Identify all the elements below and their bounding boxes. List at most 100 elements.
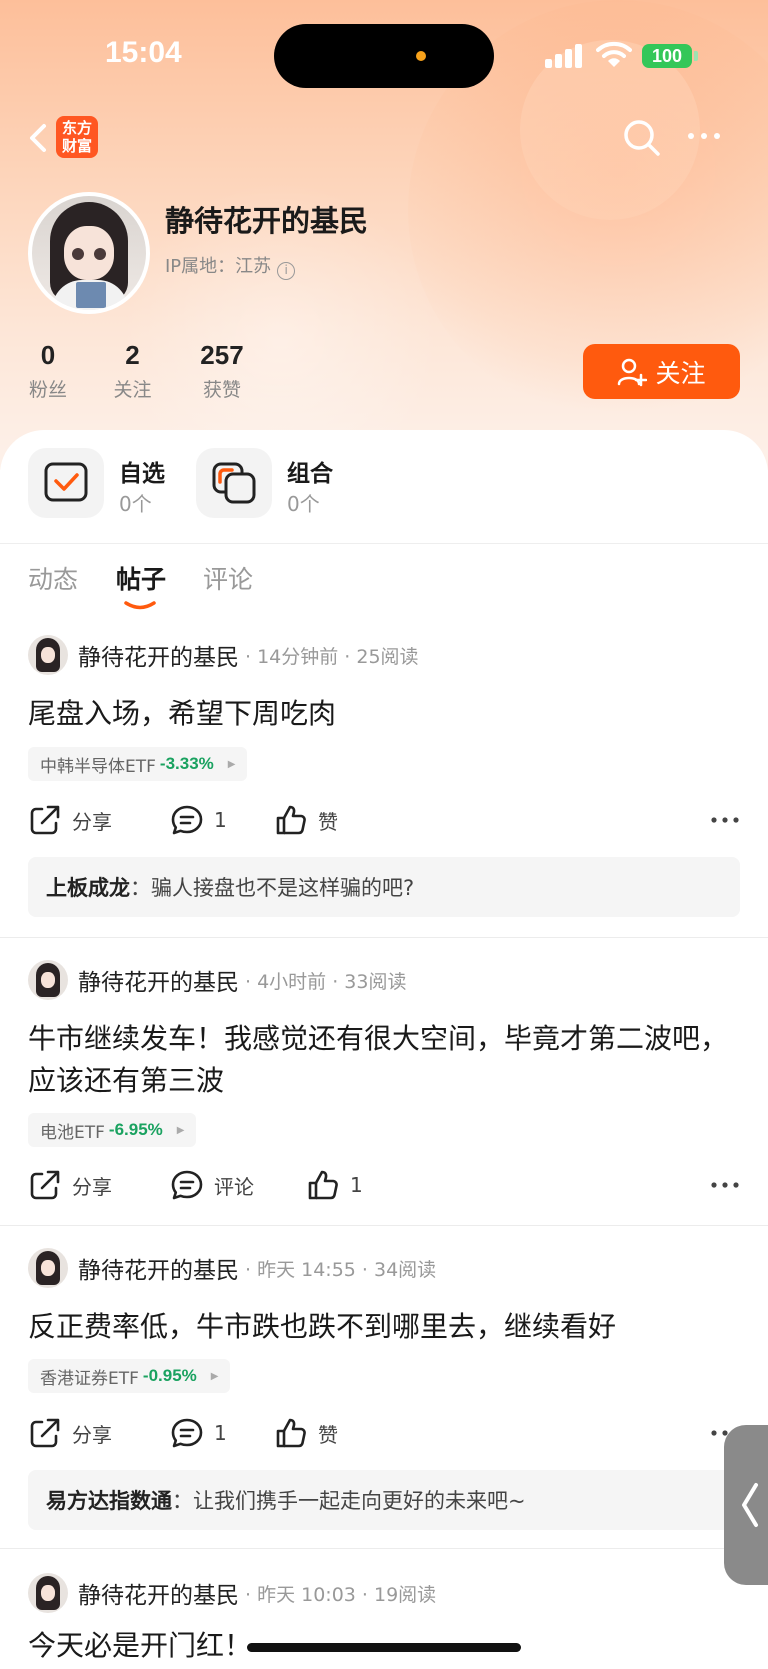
dynamic-island <box>274 24 494 88</box>
author-avatar[interactable] <box>28 1573 68 1613</box>
home-indicator[interactable] <box>247 1643 521 1652</box>
more-icon[interactable] <box>686 126 722 146</box>
comment-button[interactable]: 1 <box>170 1413 227 1453</box>
avatar-image <box>32 196 146 310</box>
more-options-icon[interactable] <box>710 1175 740 1195</box>
divider <box>0 1548 768 1549</box>
post-author[interactable]: 静待花开的基民 <box>78 638 239 672</box>
post-item[interactable]: 静待花开的基民 · 14分钟前 · 25阅读 尾盘入场，希望下周吃肉 中韩半导体… <box>0 635 768 935</box>
tab-activity[interactable]: 动态 <box>28 560 78 596</box>
like-button[interactable]: 赞 <box>274 800 338 840</box>
reply-user[interactable]: 易方达指数通 <box>46 1485 172 1515</box>
comment-button[interactable]: 评论 <box>170 1165 254 1205</box>
post-meta: · 4小时前 · 33阅读 <box>245 970 407 993</box>
post-text[interactable]: 尾盘入场，希望下周吃肉 <box>28 693 728 735</box>
post-item[interactable]: 静待花开的基民 · 昨天 10:03 · 19阅读 今天必是开门红！ <box>0 1573 768 1669</box>
follow-button[interactable]: 关注 <box>583 344 740 399</box>
like-button[interactable]: 赞 <box>274 1413 338 1453</box>
chevron-right-icon: ▶ <box>176 1124 185 1136</box>
comment-count: 1 <box>214 1421 227 1445</box>
profile-name: 静待花开的基民 <box>165 204 369 238</box>
info-icon[interactable]: i <box>277 262 296 280</box>
watchlist-icon <box>44 462 88 502</box>
battery-indicator: 100 <box>642 44 692 68</box>
like-label: 赞 <box>318 809 338 834</box>
share-icon <box>30 1418 60 1448</box>
wifi-icon <box>596 41 632 67</box>
featured-reply[interactable]: 上板成龙 ：骗人接盘也不是这样骗的吧? <box>28 857 740 917</box>
stock-chip[interactable]: 电池ETF -6.95% ▶ <box>28 1113 197 1147</box>
watchlist-count: 0个 <box>119 492 152 516</box>
stock-name: 电池ETF <box>40 1122 105 1143</box>
comment-button[interactable]: 1 <box>170 800 227 840</box>
avatar[interactable] <box>28 192 150 314</box>
side-drawer-handle[interactable] <box>724 1425 768 1585</box>
ip-location: IP属地：江苏 i <box>165 252 296 280</box>
author-avatar[interactable] <box>28 1248 68 1288</box>
chevron-left-icon <box>742 1483 758 1527</box>
share-icon <box>30 1170 60 1200</box>
post-actions: 分享 1 赞 <box>28 800 740 840</box>
author-avatar[interactable] <box>28 635 68 675</box>
active-tab-indicator <box>124 601 156 610</box>
like-button[interactable]: 1 <box>306 1165 363 1205</box>
quick-links: 自选 0个 组合 0个 <box>0 448 768 540</box>
like-count: 1 <box>350 1173 363 1197</box>
stock-change: -3.33% <box>159 754 214 773</box>
tab-posts[interactable]: 帖子 <box>116 560 166 596</box>
add-user-icon <box>618 358 648 386</box>
logo-line1: 东方 <box>61 119 92 137</box>
thumbs-up-icon <box>276 1418 306 1448</box>
stat-following[interactable]: 2 关注 <box>110 340 155 402</box>
comment-count: 1 <box>214 808 227 832</box>
stock-name: 中韩半导体ETF <box>40 756 156 777</box>
post-header: 静待花开的基民 · 昨天 14:55 · 34阅读 <box>28 1248 436 1288</box>
share-button[interactable]: 分享 <box>28 800 112 840</box>
post-text[interactable]: 牛市继续发车！我感觉还有很大空间，毕竟才第二波吧，应该还有第三波 <box>28 1018 728 1102</box>
profile-tabs: 动态 帖子 评论 <box>0 560 768 620</box>
back-icon[interactable] <box>24 118 54 158</box>
camera-indicator <box>416 51 426 61</box>
post-text[interactable]: 反正费率低，牛市跌也跌不到哪里去，继续看好 <box>28 1306 728 1348</box>
stock-chip[interactable]: 中韩半导体ETF -3.33% ▶ <box>28 747 248 781</box>
app-logo[interactable]: 东方 财富 <box>56 116 98 158</box>
stat-label: 获赞 <box>202 379 241 401</box>
author-avatar[interactable] <box>28 960 68 1000</box>
post-author[interactable]: 静待花开的基民 <box>78 1251 239 1285</box>
reply-user[interactable]: 上板成龙 <box>46 872 130 902</box>
stat-value: 0 <box>40 340 56 370</box>
search-icon[interactable] <box>622 118 662 158</box>
comment-icon <box>171 805 203 835</box>
portfolio-title[interactable]: 组合 <box>287 454 333 488</box>
post-header: 静待花开的基民 · 14分钟前 · 25阅读 <box>28 635 419 675</box>
comment-icon <box>171 1170 203 1200</box>
comment-icon <box>171 1418 203 1448</box>
thumbs-up-icon <box>308 1170 338 1200</box>
featured-reply[interactable]: 易方达指数通 ：让我们携手一起走向更好的未来吧~ <box>28 1470 740 1530</box>
tab-comments[interactable]: 评论 <box>203 560 253 596</box>
share-button[interactable]: 分享 <box>28 1413 112 1453</box>
stock-change: -6.95% <box>108 1120 163 1139</box>
post-meta: · 14分钟前 · 25阅读 <box>245 645 419 668</box>
divider <box>0 1225 768 1226</box>
comment-label: 评论 <box>214 1174 254 1199</box>
post-item[interactable]: 静待花开的基民 · 昨天 14:55 · 34阅读 反正费率低，牛市跌也跌不到哪… <box>0 1248 768 1530</box>
stat-likes[interactable]: 257 获赞 <box>192 340 252 402</box>
thumbs-up-icon <box>276 805 306 835</box>
portfolio-tile[interactable] <box>196 448 272 518</box>
share-label: 分享 <box>72 1422 112 1447</box>
reply-text: ：让我们携手一起走向更好的未来吧~ <box>172 1489 526 1513</box>
more-options-icon[interactable] <box>710 810 740 830</box>
share-button[interactable]: 分享 <box>28 1165 112 1205</box>
watchlist-tile[interactable] <box>28 448 104 518</box>
post-actions: 分享 评论 1 <box>28 1165 740 1205</box>
divider <box>0 543 768 544</box>
watchlist-title[interactable]: 自选 <box>119 454 165 488</box>
post-author[interactable]: 静待花开的基民 <box>78 963 239 997</box>
share-label: 分享 <box>72 809 112 834</box>
ip-location-text: IP属地：江苏 <box>165 256 272 277</box>
post-item[interactable]: 静待花开的基民 · 4小时前 · 33阅读 牛市继续发车！我感觉还有很大空间，毕… <box>0 960 768 1220</box>
post-author[interactable]: 静待花开的基民 <box>78 1576 239 1610</box>
stock-chip[interactable]: 香港证券ETF -0.95% ▶ <box>28 1359 231 1393</box>
stat-followers[interactable]: 0 粉丝 <box>28 340 68 402</box>
